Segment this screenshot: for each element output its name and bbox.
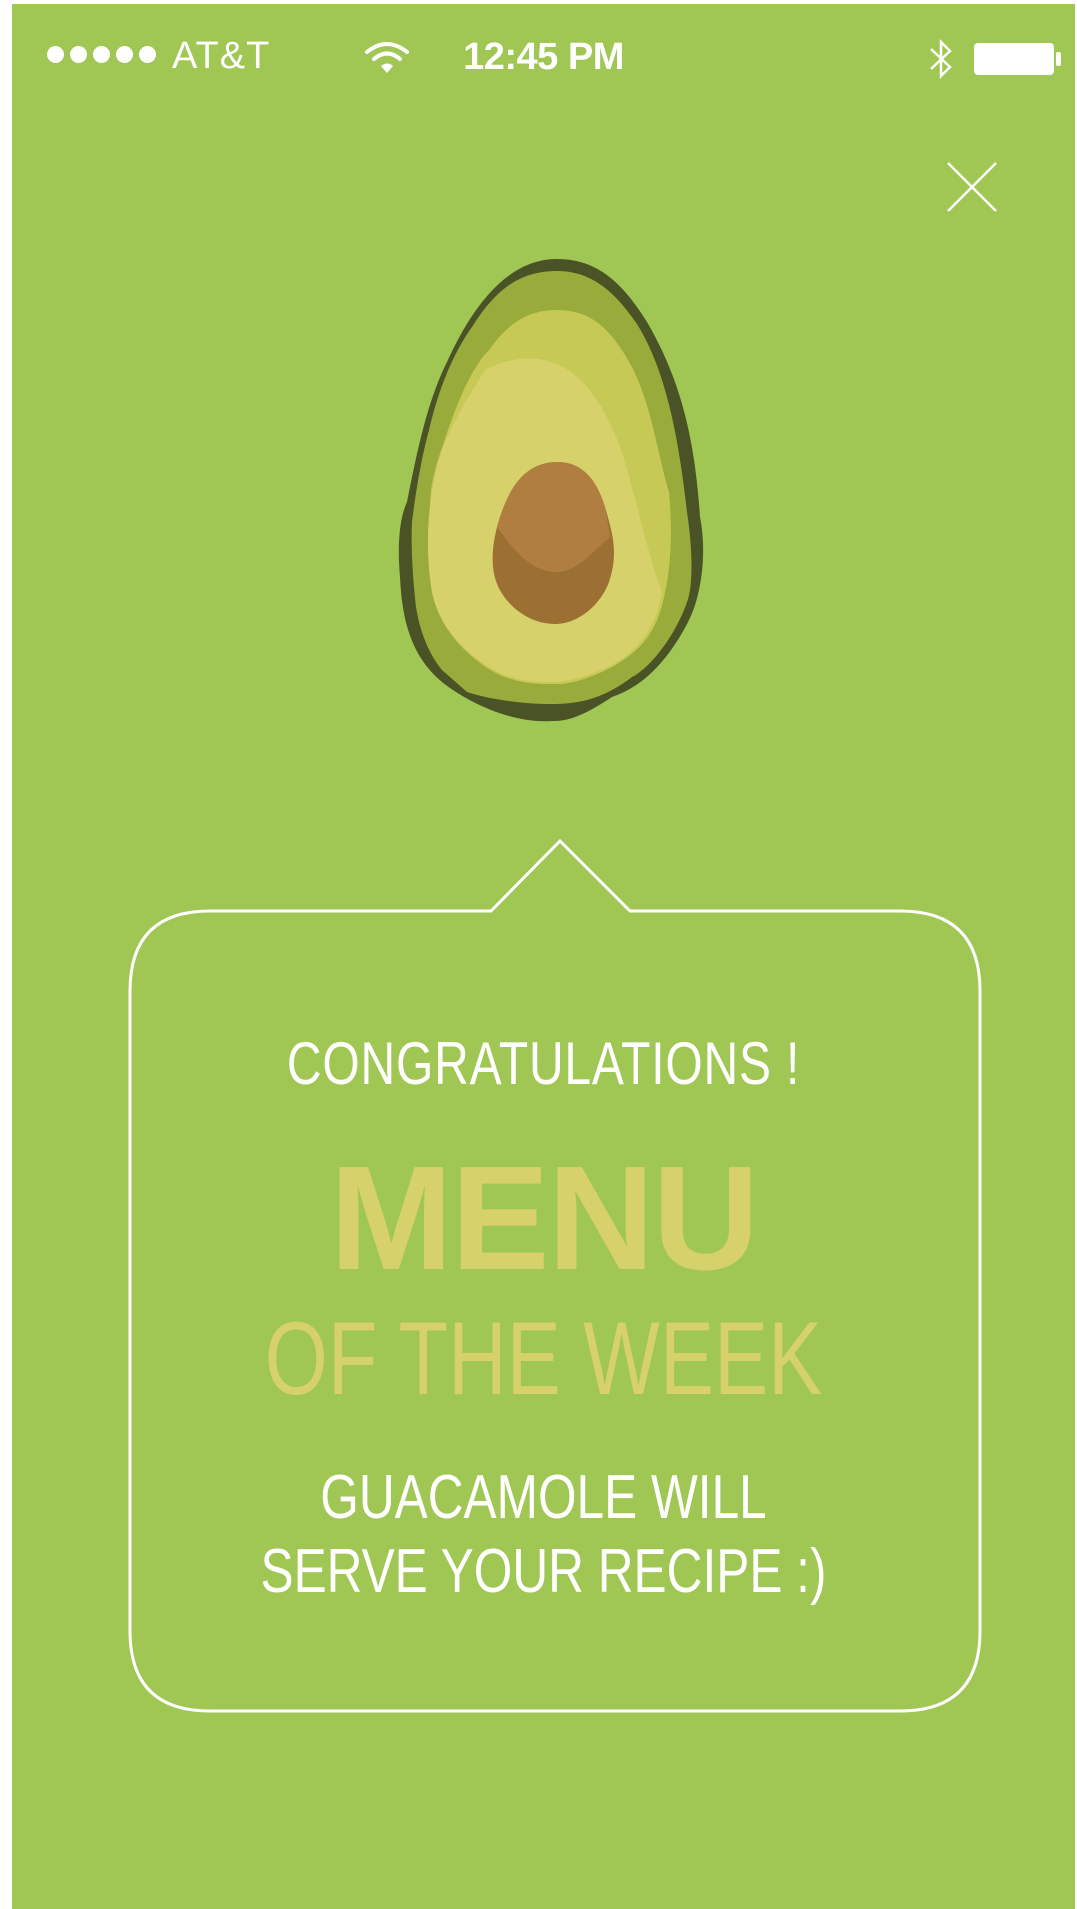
status-bar: AT&T 12:45 PM xyxy=(12,4,1075,114)
menu-title: MENU xyxy=(329,1136,760,1301)
battery-icon xyxy=(974,43,1061,75)
bluetooth-icon xyxy=(930,38,952,80)
app-screen: AT&T 12:45 PM CONGRATULATIONS ! MENU OF … xyxy=(12,4,1075,1909)
recipe-message-line-2: SERVE YOUR RECIPE :) xyxy=(260,1537,827,1606)
congratulations-heading: CONGRATULATIONS ! xyxy=(286,1030,801,1097)
recipe-message: GUACAMOLE WILL SERVE YOUR RECIPE :) xyxy=(118,1461,968,1609)
status-time: 12:45 PM xyxy=(463,36,624,78)
week-subtitle: OF THE WEEK xyxy=(264,1301,823,1417)
avocado-illustration xyxy=(398,259,704,722)
close-icon xyxy=(947,162,997,212)
close-button[interactable] xyxy=(944,159,1000,215)
recipe-message-line-1: GUACAMOLE WILL xyxy=(320,1463,767,1532)
